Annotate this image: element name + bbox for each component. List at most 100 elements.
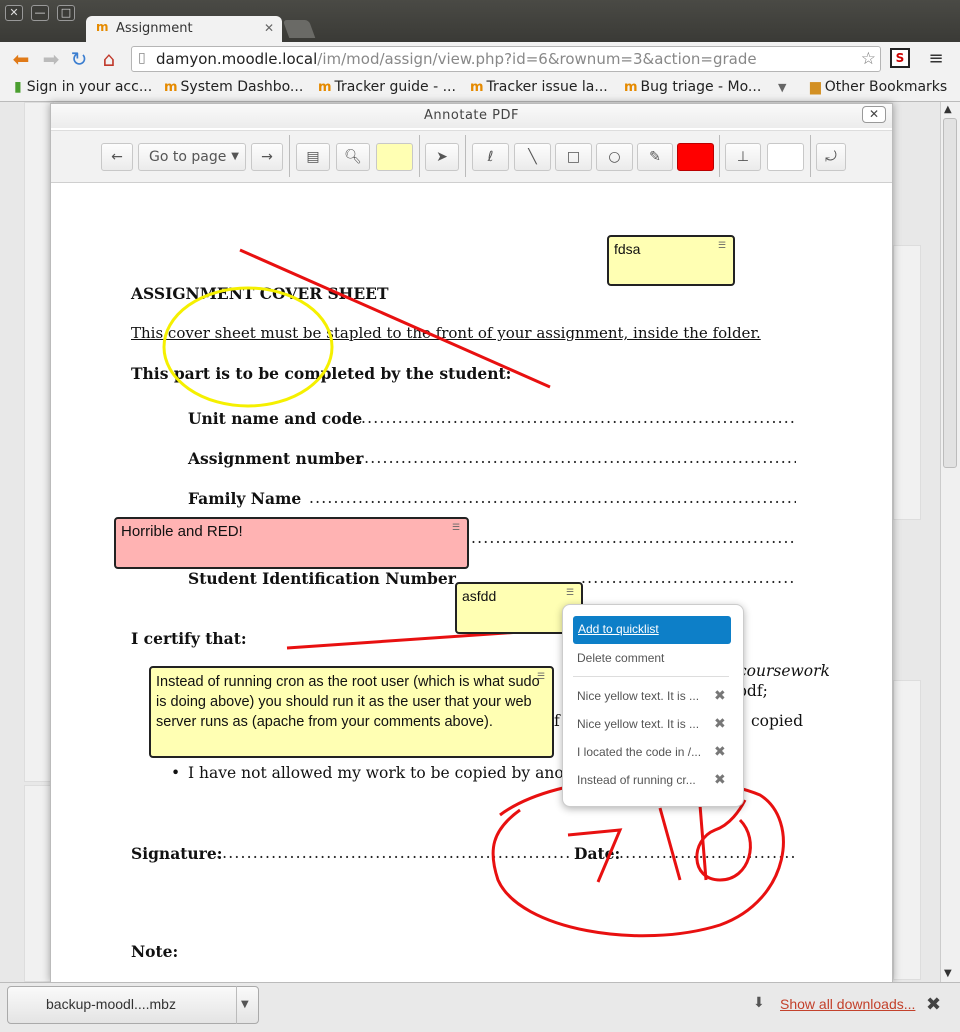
quicklist-item[interactable]: I located the code in /... bbox=[577, 745, 701, 759]
quicklist-item[interactable]: Nice yellow text. It is ... bbox=[577, 717, 699, 731]
text-fragment: coursework bbox=[738, 662, 830, 680]
back-icon[interactable]: ⬅ bbox=[10, 48, 32, 70]
highlighter-icon: ✎ bbox=[649, 149, 661, 165]
comment-list-button[interactable]: ▤ bbox=[296, 143, 330, 171]
toolbar-separator bbox=[419, 135, 420, 177]
tab-close-icon[interactable]: ✕ bbox=[264, 21, 274, 35]
toolbar-separator bbox=[289, 135, 290, 177]
bookmarks-overflow-icon[interactable]: ▼ bbox=[778, 81, 786, 94]
select-tool-button[interactable]: ➤ bbox=[425, 143, 459, 171]
menu-icon[interactable]: ≡ bbox=[925, 48, 947, 70]
download-divider bbox=[236, 986, 237, 1024]
comment-box[interactable]: Horrible and RED! ☰ bbox=[114, 517, 469, 569]
previous-page-button[interactable]: ← bbox=[101, 143, 133, 171]
comment-menu-icon[interactable]: ☰ bbox=[566, 587, 578, 598]
menu-divider bbox=[573, 676, 729, 677]
download-filename: backup-moodl....mbz bbox=[46, 996, 176, 1012]
other-bookmarks[interactable]: ▆ Other Bookmarks bbox=[810, 79, 947, 95]
certify-heading: I certify that: bbox=[131, 629, 247, 648]
reload-icon[interactable]: ↻ bbox=[68, 48, 90, 70]
goto-page-select[interactable]: Go to page ▼ bbox=[138, 143, 246, 171]
address-bar[interactable]: ▯ damyon.moodle.local/im/mod/assign/view… bbox=[131, 46, 881, 72]
toolbar-separator bbox=[719, 135, 720, 177]
search-comments-button[interactable]: 🔍︎ bbox=[336, 143, 370, 171]
close-window-icon[interactable]: ✕ bbox=[5, 5, 23, 21]
forward-icon[interactable]: ➡ bbox=[40, 48, 62, 70]
tab-title: Assignment bbox=[116, 21, 193, 36]
quicklist-item[interactable]: Nice yellow text. It is ... bbox=[577, 689, 699, 703]
moodle-favicon-icon: m bbox=[470, 80, 484, 95]
comment-color-button[interactable] bbox=[376, 143, 413, 171]
bookmark-item[interactable]: ▮ Sign in your acc... bbox=[14, 79, 152, 95]
show-all-downloads-link[interactable]: Show all downloads... bbox=[780, 996, 915, 1012]
download-arrow-icon: ⬇ bbox=[753, 995, 765, 1011]
quicklist-item[interactable]: Instead of running cr... bbox=[577, 773, 696, 787]
maximize-window-icon[interactable]: □ bbox=[57, 5, 75, 21]
scrollbar-thumb[interactable] bbox=[943, 118, 957, 468]
browser-tab[interactable]: m Assignment ✕ bbox=[86, 16, 282, 42]
rectangle-tool-button[interactable]: □ bbox=[555, 143, 592, 171]
field-dots: ........................................… bbox=[309, 489, 796, 507]
bookmark-star-icon[interactable]: ☆ bbox=[861, 49, 876, 69]
date-dots: ................................... bbox=[619, 844, 796, 862]
home-icon[interactable]: ⌂ bbox=[98, 48, 120, 70]
next-page-button[interactable]: → bbox=[251, 143, 283, 171]
moodle-favicon-icon: m bbox=[164, 80, 178, 95]
signature-dots: ........................................… bbox=[216, 844, 571, 862]
undo-button[interactable]: ⤾ bbox=[816, 143, 846, 171]
line-tool-button[interactable]: ╲ bbox=[514, 143, 551, 171]
document-heading: ASSIGNMENT COVER SHEET bbox=[131, 284, 389, 303]
chevron-down-icon[interactable]: ▼ bbox=[241, 999, 249, 1010]
remove-quicklist-icon[interactable]: ✖ bbox=[714, 716, 726, 732]
field-dots: ........................................… bbox=[358, 449, 796, 467]
rectangle-icon: □ bbox=[566, 149, 581, 165]
moodle-favicon-icon: m bbox=[96, 20, 109, 34]
bookmark-item[interactable]: m System Dashbo... bbox=[164, 79, 303, 95]
comment-menu-icon[interactable]: ☰ bbox=[537, 671, 549, 682]
annotation-color-button[interactable] bbox=[677, 143, 714, 171]
pen-scribble-icon: ℓ bbox=[487, 149, 494, 165]
comment-text: Instead of running cron as the root user… bbox=[156, 674, 540, 730]
oval-tool-button[interactable]: ○ bbox=[596, 143, 633, 171]
download-item[interactable]: backup-moodl....mbz bbox=[7, 986, 259, 1024]
bookmark-item[interactable]: m Tracker guide - ... bbox=[318, 79, 456, 95]
comment-menu-icon[interactable]: ☰ bbox=[718, 240, 730, 251]
highlight-tool-button[interactable]: ✎ bbox=[637, 143, 673, 171]
dialog-close-button[interactable]: ✕ bbox=[862, 106, 886, 123]
stamp-tool-button[interactable]: ⊥ bbox=[725, 143, 761, 171]
remove-quicklist-icon[interactable]: ✖ bbox=[714, 688, 726, 704]
scroll-up-icon[interactable]: ▲ bbox=[944, 104, 952, 115]
bookmark-item[interactable]: m Bug triage - Mo... bbox=[624, 79, 761, 95]
bullet-text: I have not allowed my work to be copied … bbox=[188, 764, 590, 782]
field-dots: ........................................… bbox=[361, 409, 796, 427]
comment-box[interactable]: Instead of running cron as the root user… bbox=[149, 666, 554, 758]
remove-quicklist-icon[interactable]: ✖ bbox=[714, 772, 726, 788]
add-to-quicklist-item[interactable]: Add to quicklist bbox=[573, 616, 731, 644]
page-icon: ▯ bbox=[138, 50, 146, 66]
stamp-picker-button[interactable] bbox=[767, 143, 804, 171]
remove-quicklist-icon[interactable]: ✖ bbox=[714, 744, 726, 760]
extension-icon[interactable]: S bbox=[890, 48, 910, 68]
moodle-favicon-icon: m bbox=[624, 80, 638, 95]
scroll-down-icon[interactable]: ▼ bbox=[944, 968, 952, 979]
field-label: Family Name bbox=[188, 489, 302, 508]
minimize-window-icon[interactable]: — bbox=[31, 5, 49, 21]
close-download-bar-icon[interactable]: ✖ bbox=[926, 994, 941, 1015]
comment-box[interactable]: fdsa ☰ bbox=[607, 235, 735, 286]
comment-menu-icon[interactable]: ☰ bbox=[452, 522, 464, 533]
dialog-title: Annotate PDF bbox=[51, 104, 892, 128]
bookmark-item[interactable]: m Tracker issue la... bbox=[470, 79, 608, 95]
right-panel-lower bbox=[893, 680, 921, 980]
field-label: Assignment number bbox=[188, 449, 364, 468]
comment-text: asfdd bbox=[462, 588, 497, 604]
bullet-icon: • bbox=[171, 764, 181, 782]
right-panel bbox=[893, 245, 921, 520]
stamp-icon: ⊥ bbox=[736, 149, 750, 165]
list-icon: ▤ bbox=[306, 149, 320, 165]
pen-tool-button[interactable]: ℓ bbox=[472, 143, 509, 171]
comment-text: Horrible and RED! bbox=[121, 523, 243, 540]
delete-comment-item[interactable]: Delete comment bbox=[577, 651, 664, 665]
note-label: Note: bbox=[131, 942, 179, 961]
text-fragment: copied bbox=[751, 712, 803, 730]
bookmark-favicon-icon: ▮ bbox=[14, 79, 22, 95]
